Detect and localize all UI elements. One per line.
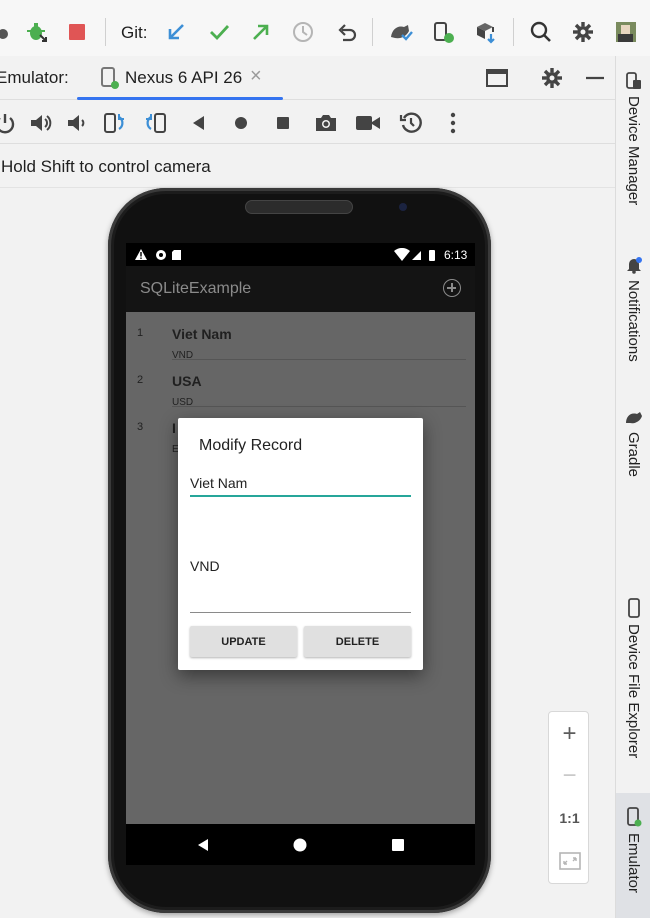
phone-speaker (245, 200, 353, 214)
overview-icon[interactable] (270, 110, 296, 136)
right-tool-rail: Device Manager Notifications Gradle Devi… (615, 56, 650, 918)
app-title: SQLiteExample (140, 280, 252, 297)
partial-icon[interactable] (0, 19, 12, 45)
emulator-tab[interactable]: Emulator (616, 793, 650, 918)
rotate-left-icon[interactable] (101, 110, 127, 136)
git-label: Git: (121, 23, 148, 42)
list-item[interactable]: 2 USA USD (126, 360, 475, 408)
maximize-icon[interactable] (484, 65, 510, 91)
device-manager-label: Device Manager (625, 96, 642, 206)
volume-down-icon[interactable] (63, 110, 89, 136)
device-manager-tab[interactable]: Device Manager (616, 72, 650, 205)
zoom-controls: + − 1:1 (548, 711, 589, 884)
emulator-label: Emulator: (0, 68, 69, 87)
device-icon (98, 65, 124, 91)
record-name: I (172, 420, 176, 436)
camera-icon[interactable] (313, 110, 339, 136)
rollback-icon[interactable] (334, 19, 360, 45)
main-toolbar: Git: (0, 0, 650, 64)
zoom-1-to-1-button[interactable]: 1:1 (549, 797, 590, 839)
zoom-in-button[interactable]: + (549, 713, 590, 755)
stop-icon[interactable] (64, 19, 90, 45)
git-commit-icon[interactable] (206, 19, 232, 45)
add-icon[interactable] (443, 279, 461, 297)
status-bar: 6:13 (126, 243, 475, 266)
avatar[interactable] (613, 19, 639, 45)
more-options-icon[interactable] (440, 110, 466, 136)
phone-icon (627, 598, 640, 618)
emulator-controls (0, 100, 615, 144)
emulator-label: Emulator (625, 833, 642, 894)
device-file-explorer-tab[interactable]: Device File Explorer (616, 598, 650, 758)
gradle-icon (625, 412, 642, 424)
tab-nexus-6-api-26[interactable]: Nexus 6 API 26 × (77, 56, 283, 100)
back-icon[interactable] (186, 110, 212, 136)
delete-button[interactable]: DELETE (304, 626, 411, 657)
bell-icon (626, 257, 642, 274)
toolbar-separator (513, 18, 514, 46)
modify-record-dialog: Modify Record Viet Nam VND UPDATE DELETE (178, 418, 423, 670)
settings-icon[interactable] (539, 65, 565, 91)
close-icon[interactable]: × (250, 65, 262, 88)
sync-gradle-icon[interactable] (388, 19, 414, 45)
status-signal-icons (394, 248, 435, 261)
nav-home-icon[interactable] (293, 838, 307, 852)
record-number: 3 (137, 421, 144, 433)
tab-label: Nexus 6 API 26 (125, 68, 243, 87)
snapshot-icon[interactable] (398, 110, 424, 136)
history-icon[interactable] (290, 19, 316, 45)
minimize-icon[interactable] (582, 65, 608, 91)
device-manager-icon[interactable] (431, 19, 457, 45)
power-icon[interactable] (0, 110, 18, 136)
update-button[interactable]: UPDATE (190, 626, 297, 657)
notifications-tab[interactable]: Notifications (616, 256, 650, 362)
rotate-right-icon[interactable] (143, 110, 169, 136)
toolbar-separator (105, 18, 106, 46)
camera-hint: Hold Shift to control camera (1, 157, 211, 176)
zoom-out-button[interactable]: − (549, 755, 590, 797)
gradle-tab[interactable]: Gradle (616, 408, 650, 477)
currency-field[interactable]: VND (190, 558, 220, 574)
status-time: 6:13 (444, 248, 468, 262)
device-manager-icon (625, 72, 641, 89)
git-push-icon[interactable] (248, 19, 274, 45)
screen-record-icon[interactable] (355, 110, 381, 136)
volume-up-icon[interactable] (28, 110, 54, 136)
record-name: Viet Nam (172, 326, 232, 342)
nav-overview-icon[interactable] (392, 839, 404, 851)
name-field-underline (190, 495, 411, 497)
status-notification-icons (135, 249, 181, 260)
sdk-manager-icon[interactable] (473, 19, 499, 45)
name-field[interactable]: Viet Nam (190, 475, 411, 491)
record-number: 1 (137, 327, 144, 339)
nav-back-icon[interactable] (196, 838, 210, 852)
currency-field-underline (190, 612, 411, 613)
app-bar: SQLiteExample (126, 266, 475, 312)
record-name: USA (172, 373, 202, 389)
zoom-fit-icon[interactable] (549, 840, 590, 882)
home-icon[interactable] (228, 110, 254, 136)
list-item[interactable]: 1 Viet Nam VND (126, 313, 475, 361)
emulator-icon (626, 807, 641, 827)
toolbar-separator (372, 18, 373, 46)
debug-attach-icon[interactable] (24, 19, 50, 45)
phone-camera (399, 203, 407, 211)
settings-icon[interactable] (570, 19, 596, 45)
git-update-icon[interactable] (163, 19, 189, 45)
camera-hint-bar: Hold Shift to control camera (0, 144, 615, 188)
dialog-title: Modify Record (199, 437, 303, 454)
android-nav-bar (126, 824, 475, 865)
search-icon[interactable] (528, 19, 554, 45)
device-file-explorer-label: Device File Explorer (625, 624, 642, 759)
record-number: 2 (137, 374, 144, 386)
gradle-label: Gradle (625, 432, 642, 478)
notifications-label: Notifications (625, 280, 642, 362)
